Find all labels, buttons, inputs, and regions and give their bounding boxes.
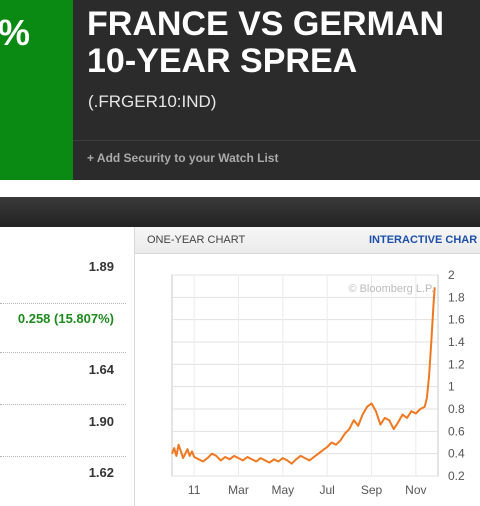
y-tick-label: 1.4 bbox=[448, 335, 465, 349]
x-tick-label: Sep bbox=[361, 483, 383, 497]
quote-stats: 1.89 0.258 (15.807%) 1.64 1.90 1.62 bbox=[0, 227, 126, 506]
ticker-symbol: (.FRGER10:IND) bbox=[88, 92, 217, 111]
stat-value-4: 1.90 bbox=[88, 414, 114, 429]
stat-value-change: 0.258 (15.807%) bbox=[17, 311, 114, 326]
y-tick-label: 0.6 bbox=[448, 424, 465, 438]
section-bar bbox=[0, 197, 480, 227]
interactive-chart-link[interactable]: INTERACTIVE CHAR bbox=[369, 234, 477, 246]
stat-value-1: 1.89 bbox=[88, 259, 114, 274]
bloomberg-watermark: © Bloomberg L.P. bbox=[348, 283, 434, 295]
title-line-2: 10-YEAR SPREA bbox=[87, 42, 358, 80]
stat-divider bbox=[0, 303, 126, 304]
security-title: FRANCE VS GERMAN 10-YEAR SPREA bbox=[87, 6, 444, 80]
y-tick-label: 1.6 bbox=[448, 313, 465, 327]
change-percent: % bbox=[0, 12, 31, 53]
add-to-watchlist-link[interactable]: + Add Security to your Watch List bbox=[87, 151, 278, 165]
one-year-chart: 2 1.8 1.6 1.4 1.2 1 0.8 0.6 0.4 0.2 11 Mar May Jul Sep… bbox=[171, 268, 465, 497]
x-tick-label: Jul bbox=[319, 483, 334, 497]
title-line-1: FRANCE VS GERMAN bbox=[87, 5, 445, 43]
x-tick-label: 11 bbox=[188, 483, 201, 497]
y-tick-label: 0.4 bbox=[448, 447, 465, 461]
change-panel: % bbox=[0, 0, 73, 180]
y-tick-label: 0.8 bbox=[448, 402, 465, 416]
stat-divider bbox=[0, 456, 126, 457]
y-tick-label: 1.8 bbox=[448, 290, 465, 304]
y-tick-label: 1.2 bbox=[448, 357, 465, 371]
stat-value-3: 1.64 bbox=[88, 362, 114, 377]
y-tick-label: 2 bbox=[448, 268, 455, 282]
x-tick-label: Mar bbox=[228, 483, 249, 497]
stat-value-5: 1.62 bbox=[88, 465, 114, 480]
plot-area bbox=[171, 274, 439, 477]
y-tick-label: 1 bbox=[448, 380, 455, 394]
chart-label: ONE-YEAR CHART bbox=[147, 234, 246, 246]
quote-header: % FRANCE VS GERMAN 10-YEAR SPREA (.FRGER… bbox=[0, 0, 480, 180]
chart-panel-header: ONE-YEAR CHART INTERACTIVE CHAR bbox=[135, 227, 480, 254]
x-tick-label: Nov bbox=[405, 483, 426, 497]
stat-divider bbox=[0, 404, 126, 405]
stat-divider bbox=[0, 352, 126, 353]
quote-page: % FRANCE VS GERMAN 10-YEAR SPREA (.FRGER… bbox=[0, 0, 480, 506]
x-tick-label: May bbox=[271, 483, 294, 497]
header-divider bbox=[73, 140, 480, 141]
y-tick-label: 0.2 bbox=[448, 469, 465, 483]
